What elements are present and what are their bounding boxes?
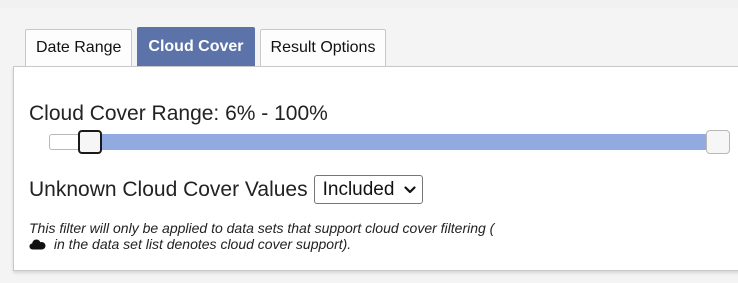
unknown-cloud-cover-row: Unknown Cloud Cover Values Included [29,175,424,204]
search-criteria-page: Date Range Cloud Cover Result Options Cl… [0,0,738,283]
unknown-cloud-cover-label: Unknown Cloud Cover Values [29,177,308,201]
cloud-cover-range-slider[interactable] [49,130,730,154]
note-text-line2: in the data set list denotes cloud cover… [50,236,352,252]
chevron-down-icon [404,185,417,193]
cloud-icon [29,239,46,250]
slider-selected-range [89,134,719,150]
slider-min-handle[interactable] [78,130,103,154]
cloud-cover-range-label: Cloud Cover Range: 6% - 100% [29,102,328,125]
tab-result-options[interactable]: Result Options [259,29,387,66]
unknown-cloud-cover-select[interactable]: Included [313,175,424,204]
cloud-cover-panel: Cloud Cover Range: 6% - 100% Unknown Clo… [13,66,738,271]
unknown-cloud-cover-selected: Included [322,178,395,200]
slider-max-handle[interactable] [706,130,730,154]
note-text-line1: This filter will only be applied to data… [29,220,495,236]
tab-cloud-cover[interactable]: Cloud Cover [137,27,255,66]
tab-date-range[interactable]: Date Range [25,29,133,66]
cloud-cover-filter-note: This filter will only be applied to data… [29,220,729,252]
criteria-tabs: Date Range Cloud Cover Result Options [25,27,387,66]
